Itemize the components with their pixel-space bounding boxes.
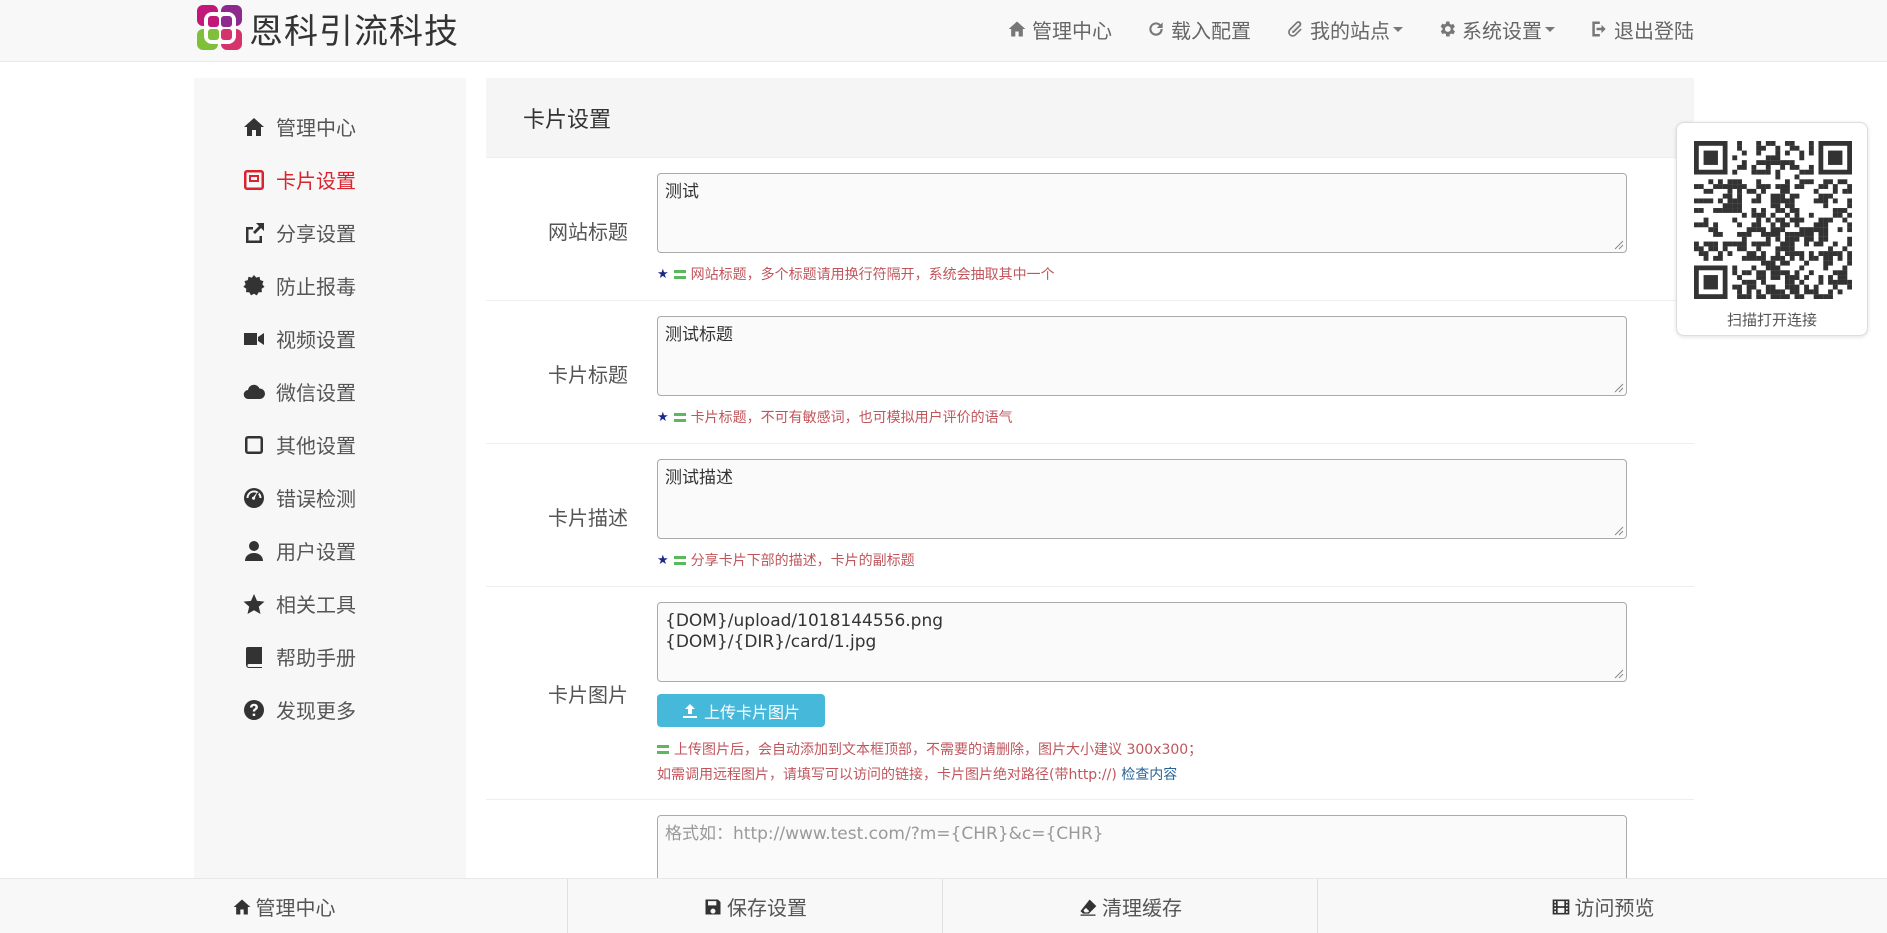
equals-icon	[673, 555, 686, 565]
top-navbar: 恩科引流科技 管理中心 载入配置 我的站点 系统设置 退出登陆	[0, 0, 1887, 62]
nav-logout[interactable]: 退出登陆	[1589, 15, 1694, 44]
upload-icon	[682, 703, 697, 718]
form-row-link-format: 格式如：http://www.test.com/?m={CHR}&c={CHR}	[486, 800, 1694, 895]
cloud-icon	[243, 384, 266, 399]
paperclip-icon	[1288, 21, 1302, 37]
panel-header: 卡片设置	[486, 78, 1694, 158]
top-nav: 管理中心 载入配置 我的站点 系统设置 退出登陆	[973, 0, 1694, 58]
equals-icon	[657, 744, 669, 754]
question-icon	[244, 699, 264, 720]
resize-grip-icon[interactable]	[1614, 526, 1624, 536]
qr-code-box: 扫描打开连接	[1676, 122, 1868, 336]
card-icon	[244, 169, 264, 190]
video-icon	[244, 332, 264, 345]
floppy-icon	[705, 899, 721, 914]
clear-cache-button[interactable]: 清理缓存	[943, 879, 1318, 933]
brand-name: 恩科引流科技	[249, 11, 459, 52]
home-icon	[1008, 21, 1026, 37]
card-image-hint-remote: 如需调用远程图片，请填写可以访问的链接，卡片图片绝对路径(带http://) 检…	[657, 767, 1178, 783]
nav-system-settings[interactable]: 系统设置	[1437, 15, 1555, 44]
nav-my-sites[interactable]: 我的站点	[1285, 15, 1403, 44]
form-row-site-title: 网站标题 测试 ★ 网站标题，多个标题请用换行符隔开，系统会抽取其中一个	[486, 158, 1694, 301]
home-icon	[233, 899, 250, 914]
qr-code-icon	[1694, 141, 1852, 299]
site-title-hint: ★ 网站标题，多个标题请用换行符隔开，系统会抽取其中一个	[657, 266, 1055, 284]
card-desc-hint: ★ 分享卡片下部的描述，卡片的副标题	[657, 552, 915, 570]
save-settings-button[interactable]: 保存设置	[568, 879, 943, 933]
sidebar: 管理中心 卡片设置 分享设置 防止报毒 视频设置 微信设置 其他设置 错误检测 …	[194, 78, 466, 878]
dashboard-icon	[244, 487, 264, 508]
star-icon: ★	[657, 552, 669, 568]
sidebar-item-video-settings[interactable]: 视频设置	[242, 324, 356, 353]
logo-mark-icon	[197, 5, 243, 51]
nav-load-config[interactable]: 载入配置	[1146, 15, 1251, 44]
star-icon: ★	[657, 409, 669, 425]
sidebar-item-wechat-settings[interactable]: 微信设置	[242, 377, 356, 406]
user-icon	[245, 540, 263, 561]
sidebar-item-help-manual[interactable]: 帮助手册	[242, 642, 356, 671]
check-content-link[interactable]: 检查内容	[1121, 767, 1177, 783]
equals-icon	[673, 412, 686, 422]
sidebar-item-discover-more[interactable]: 发现更多	[242, 695, 356, 724]
sidebar-item-anti-virus[interactable]: 防止报毒	[242, 271, 356, 300]
star-icon: ★	[657, 266, 669, 282]
star-icon	[243, 593, 265, 614]
card-title-label: 卡片标题	[548, 363, 628, 387]
share-icon	[246, 222, 264, 243]
eraser-icon	[1080, 899, 1097, 916]
bottom-toolbar: 管理中心 保存设置 清理缓存 访问预览	[0, 878, 1887, 933]
certificate-icon	[243, 274, 265, 295]
sidebar-item-other-settings[interactable]: 其他设置	[242, 430, 356, 459]
card-image-textarea[interactable]: {DOM}/upload/1018144556.png {DOM}/{DIR}/…	[657, 602, 1627, 682]
qr-caption: 扫描打开连接	[1726, 311, 1817, 329]
sidebar-item-share-settings[interactable]: 分享设置	[242, 218, 356, 247]
home-icon	[244, 117, 264, 136]
form-row-card-image: 卡片图片 {DOM}/upload/1018144556.png {DOM}/{…	[486, 587, 1694, 800]
sidebar-item-tools[interactable]: 相关工具	[242, 589, 356, 618]
sidebar-item-card-settings[interactable]: 卡片设置	[242, 165, 356, 194]
site-title-label: 网站标题	[548, 220, 628, 244]
brand-logo[interactable]: 恩科引流科技	[197, 4, 459, 52]
card-desc-textarea[interactable]: 测试描述	[657, 459, 1627, 539]
card-image-hint: 上传图片后，会自动添加到文本框顶部，不需要的请删除，图片大小建议 300x300…	[657, 739, 1202, 759]
resize-grip-icon[interactable]	[1614, 383, 1624, 393]
logout-icon	[1592, 21, 1606, 37]
chevron-down-icon	[1545, 26, 1555, 32]
bottom-manage-center-button[interactable]: 管理中心	[0, 879, 568, 933]
card-title-textarea[interactable]: 测试标题	[657, 316, 1627, 396]
sidebar-item-manage-center[interactable]: 管理中心	[242, 112, 356, 141]
resize-grip-icon[interactable]	[1614, 240, 1624, 250]
nav-manage-center[interactable]: 管理中心	[1007, 15, 1112, 44]
upload-card-image-button[interactable]: 上传卡片图片	[657, 694, 825, 727]
card-image-label: 卡片图片	[548, 683, 628, 707]
gear-icon	[1440, 21, 1455, 37]
square-icon	[245, 435, 263, 454]
sidebar-item-user-settings[interactable]: 用户设置	[242, 536, 356, 565]
card-title-hint: ★ 卡片标题，不可有敏感词，也可模拟用户评价的语气	[657, 409, 1013, 427]
preview-button[interactable]: 访问预览	[1318, 879, 1887, 933]
equals-icon	[673, 269, 686, 279]
site-title-textarea[interactable]: 测试	[657, 173, 1627, 253]
sidebar-item-error-check[interactable]: 错误检测	[242, 483, 356, 512]
card-desc-label: 卡片描述	[548, 506, 628, 530]
film-icon	[1552, 899, 1569, 914]
resize-grip-icon[interactable]	[1614, 669, 1624, 679]
book-icon	[246, 646, 262, 668]
form-row-card-desc: 卡片描述 测试描述 ★ 分享卡片下部的描述，卡片的副标题	[486, 444, 1694, 587]
refresh-icon	[1149, 22, 1163, 36]
settings-panel: 卡片设置 网站标题 测试 ★ 网站标题，多个标题请用换行符隔开，系统会抽取其中一个…	[486, 78, 1694, 895]
form-row-card-title: 卡片标题 测试标题 ★ 卡片标题，不可有敏感词，也可模拟用户评价的语气	[486, 301, 1694, 444]
chevron-down-icon	[1393, 26, 1403, 32]
page-title: 卡片设置	[523, 107, 612, 133]
